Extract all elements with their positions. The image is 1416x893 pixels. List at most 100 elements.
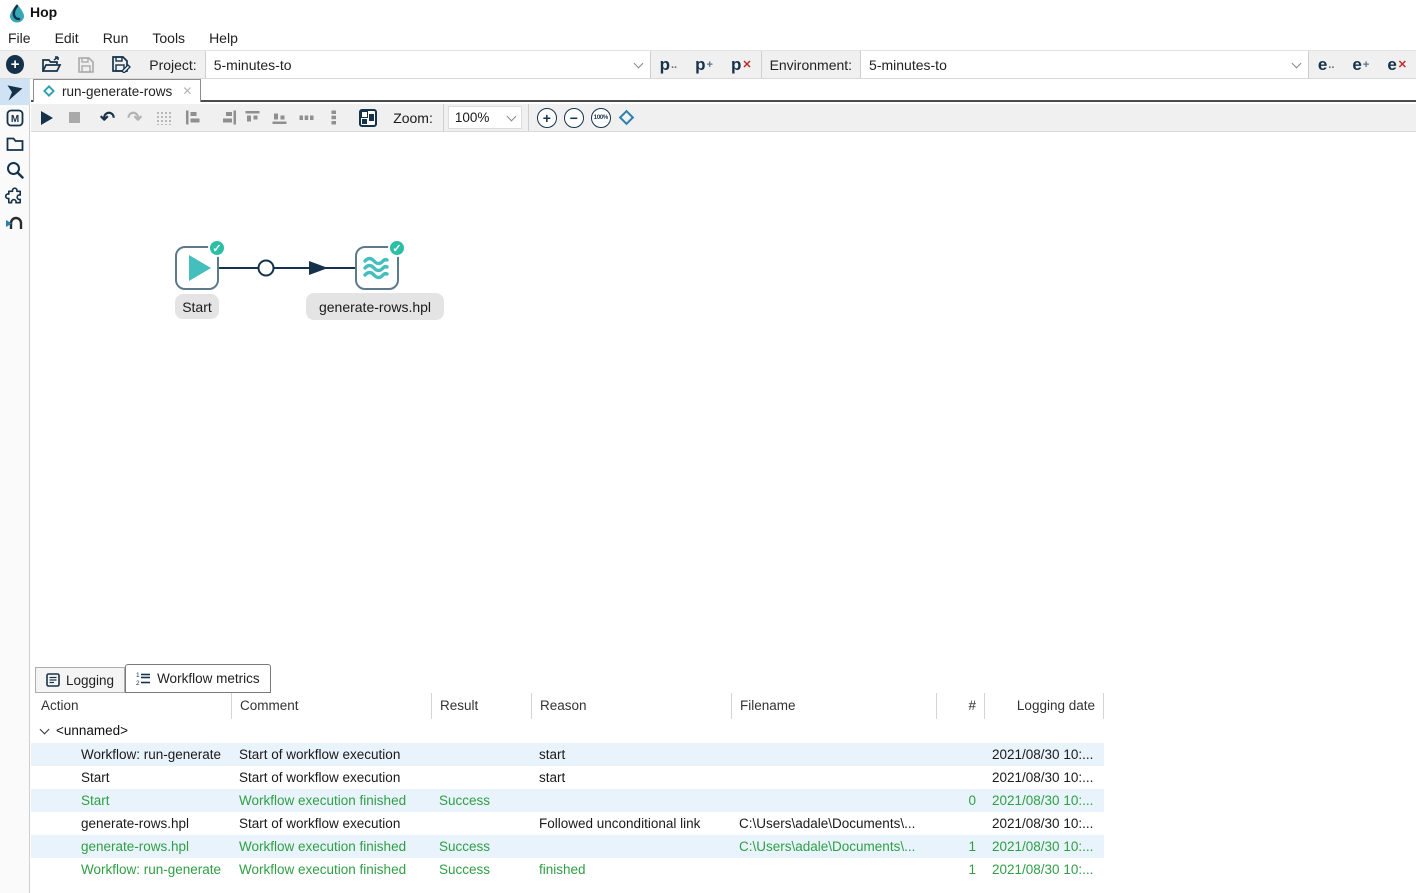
node-label-generate-rows[interactable]: generate-rows.hpl: [306, 293, 444, 320]
workflow-node-start[interactable]: ✓: [175, 246, 219, 290]
column-header-reason[interactable]: Reason: [531, 693, 731, 719]
paper-plane-icon: [6, 83, 24, 101]
column-header-action[interactable]: Action: [31, 693, 231, 719]
table-row[interactable]: generate-rows.hplStart of workflow execu…: [31, 812, 1104, 835]
chevron-down-icon[interactable]: [506, 111, 516, 121]
distribute-vertically-icon[interactable]: [326, 110, 341, 125]
workflow-canvas[interactable]: ✓ ✓ Start generate-rows.hpl: [31, 133, 1416, 663]
project-add-button[interactable]: p+: [686, 51, 722, 78]
table-cell: Start: [31, 789, 231, 812]
tab-logging[interactable]: Logging: [35, 667, 125, 693]
environment-combobox[interactable]: 5-minutes-to: [861, 51, 1308, 78]
window-title: Hop: [30, 4, 57, 20]
align-top-icon[interactable]: [245, 110, 260, 125]
table-cell: finished: [531, 858, 731, 881]
hop-unconditional-circle-icon[interactable]: [259, 261, 274, 276]
save-as-button[interactable]: [102, 51, 141, 78]
sidebar-item-data-orchestration[interactable]: [0, 79, 30, 105]
chevron-down-icon[interactable]: [633, 58, 643, 68]
table-header: Action Comment Result Reason Filename # …: [31, 693, 1104, 719]
save-button[interactable]: [70, 51, 102, 78]
table-cell: [731, 743, 936, 766]
environment-delete-button[interactable]: e✕: [1378, 51, 1416, 78]
sidebar-item-search[interactable]: [0, 157, 30, 183]
table-cell: [431, 766, 531, 789]
table-row[interactable]: StartStart of workflow executionstart202…: [31, 766, 1104, 789]
project-combobox[interactable]: 5-minutes-to: [206, 51, 650, 78]
close-icon[interactable]: ✕: [182, 84, 192, 98]
project-edit-button[interactable]: p..: [651, 51, 687, 78]
align-left-icon[interactable]: [185, 110, 200, 125]
column-header-logging-date[interactable]: Logging date: [984, 693, 1104, 719]
undo-button[interactable]: ↶: [100, 108, 115, 128]
zoom-in-button[interactable]: +: [537, 108, 557, 128]
sidebar-item-plugins[interactable]: [0, 183, 30, 209]
table-cell: 2021/08/30 10:...: [984, 812, 1104, 835]
table-cell: C:\Users\adale\Documents\...: [731, 812, 936, 835]
open-file-button[interactable]: [34, 51, 70, 78]
zoom-level-combobox[interactable]: 100%: [448, 106, 522, 129]
chevron-expanded-icon[interactable]: [40, 724, 50, 734]
start-play-icon: [189, 255, 211, 281]
table-row[interactable]: StartWorkflow execution finishedSuccess0…: [31, 789, 1104, 812]
column-header-comment[interactable]: Comment: [231, 693, 431, 719]
menu-edit[interactable]: Edit: [55, 30, 79, 46]
menu-run[interactable]: Run: [103, 30, 129, 46]
table-cell: 2021/08/30 10:...: [984, 858, 1104, 881]
pipeline-waves-icon: [362, 254, 392, 282]
snap-to-grid-icon[interactable]: [156, 111, 171, 125]
node-label-start[interactable]: Start: [175, 294, 219, 319]
tab-label: Logging: [66, 673, 114, 688]
tab-run-generate-rows[interactable]: run-generate-rows ✕: [33, 79, 201, 102]
show-execution-results-icon[interactable]: [359, 109, 377, 127]
hop-arrowhead-icon: [309, 261, 328, 275]
project-delete-button[interactable]: p✕: [722, 51, 761, 78]
tree-group-row[interactable]: <unnamed>: [31, 719, 1104, 743]
menu-file[interactable]: File: [8, 30, 31, 46]
align-bottom-icon[interactable]: [272, 110, 287, 125]
menu-tools[interactable]: Tools: [152, 30, 185, 46]
project-value: 5-minutes-to: [214, 57, 292, 73]
success-check-badge: ✓: [388, 239, 406, 257]
sidebar-item-neo4j[interactable]: [0, 209, 30, 235]
file-tab-bar: run-generate-rows ✕: [31, 79, 1416, 102]
stop-button[interactable]: [69, 112, 80, 123]
distribute-horizontally-icon[interactable]: [299, 110, 314, 125]
menu-help[interactable]: Help: [209, 30, 238, 46]
table-cell: [731, 858, 936, 881]
environment-label: Environment:: [762, 57, 860, 73]
chevron-down-icon[interactable]: [1291, 58, 1301, 68]
table-row[interactable]: Workflow: run-generateWorkflow execution…: [31, 858, 1104, 881]
redo-button[interactable]: ↷: [127, 108, 142, 128]
zoom-out-button[interactable]: −: [564, 108, 584, 128]
perspective-sidebar: M: [0, 79, 30, 893]
table-cell: [936, 743, 984, 766]
zoom-to-fit-icon[interactable]: [619, 110, 635, 126]
table-cell: [431, 812, 531, 835]
svg-text:2: 2: [136, 680, 140, 686]
table-cell: [531, 789, 731, 812]
new-file-button[interactable]: +: [6, 55, 24, 74]
table-cell: Success: [431, 858, 531, 881]
column-header-result[interactable]: Result: [431, 693, 531, 719]
zoom-100-button[interactable]: 100%: [591, 108, 611, 128]
environment-edit-button[interactable]: e..: [1309, 51, 1344, 78]
table-cell: Followed unconditional link: [531, 812, 731, 835]
table-cell: Workflow: run-generate: [31, 858, 231, 881]
sidebar-item-file-explorer[interactable]: [0, 131, 30, 157]
sidebar-item-metadata[interactable]: M: [0, 105, 30, 131]
hook-arrow-icon: [5, 213, 24, 231]
tab-workflow-metrics[interactable]: 1 2 Workflow metrics: [125, 664, 271, 693]
workflow-node-generate-rows[interactable]: ✓: [355, 246, 399, 290]
environment-add-button[interactable]: e+: [1343, 51, 1378, 78]
run-workflow-button[interactable]: [41, 111, 53, 125]
folder-icon: [6, 136, 24, 152]
table-row[interactable]: generate-rows.hplWorkflow execution fini…: [31, 835, 1104, 858]
table-cell: [731, 789, 936, 812]
column-header-filename[interactable]: Filename: [731, 693, 936, 719]
table-row[interactable]: Workflow: run-generateStart of workflow …: [31, 743, 1104, 766]
svg-text:M: M: [10, 114, 18, 125]
align-right-icon[interactable]: [222, 110, 237, 125]
column-header-count[interactable]: #: [936, 693, 984, 719]
svg-text:1: 1: [136, 672, 140, 679]
